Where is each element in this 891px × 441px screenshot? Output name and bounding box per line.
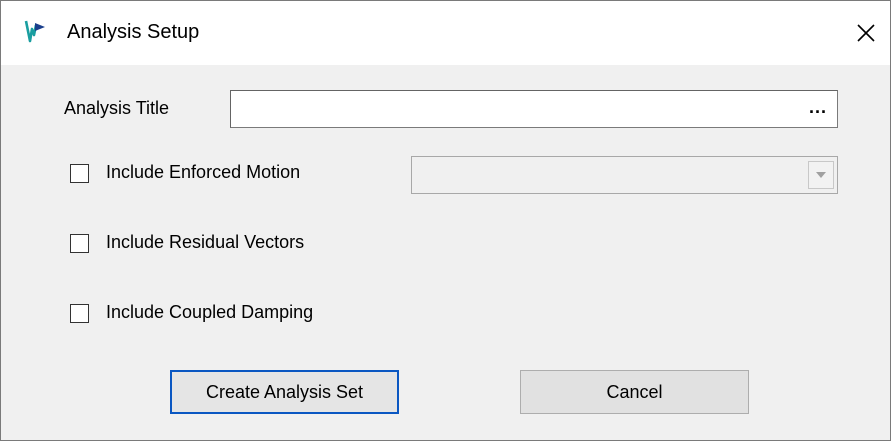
residual-vectors-checkbox[interactable] xyxy=(70,234,89,253)
create-analysis-set-button[interactable]: Create Analysis Set xyxy=(170,370,399,414)
residual-vectors-label[interactable]: Include Residual Vectors xyxy=(106,232,304,253)
cancel-button[interactable]: Cancel xyxy=(520,370,749,414)
enforced-motion-checkbox[interactable] xyxy=(70,164,89,183)
enforced-motion-label[interactable]: Include Enforced Motion xyxy=(106,162,300,183)
browse-ellipsis-button[interactable]: ... xyxy=(809,97,827,118)
window-title: Analysis Setup xyxy=(67,21,200,43)
analysis-setup-dialog: Analysis Setup Analysis Title ... Includ… xyxy=(0,0,891,441)
title-bar[interactable]: Analysis Setup xyxy=(1,1,890,65)
dropdown-arrow-button[interactable] xyxy=(808,161,834,189)
waveform-app-icon xyxy=(23,19,49,45)
chevron-down-icon xyxy=(816,172,826,178)
close-icon xyxy=(857,24,875,42)
enforced-motion-select[interactable] xyxy=(411,156,838,194)
coupled-damping-label[interactable]: Include Coupled Damping xyxy=(106,302,313,323)
coupled-damping-checkbox[interactable] xyxy=(70,304,89,323)
analysis-title-input[interactable]: ... xyxy=(230,90,838,128)
close-button[interactable] xyxy=(843,11,889,55)
analysis-title-label: Analysis Title xyxy=(64,98,170,118)
